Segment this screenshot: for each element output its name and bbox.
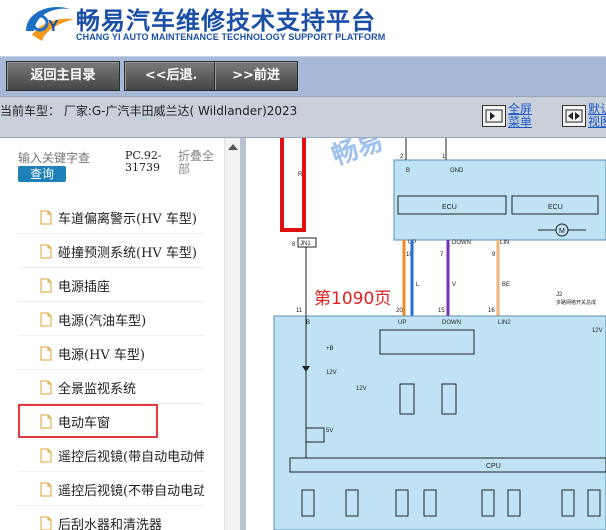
ecu-label-2: ECU [548,204,563,211]
platform-subtitle: CHANG YI AUTO MAINTENANCE TECHNOLOGY SUP… [76,32,386,42]
collapse-all-link[interactable]: 折叠全部 [178,150,222,176]
pc-code: PC.92-31739 [125,149,162,174]
document-icon [40,414,52,429]
lin-label-top: LIN [500,240,509,246]
gnd-terminal-label: GND [450,168,464,174]
sidebar-item[interactable]: 碰撞预测系统(HV 车型) [18,234,204,268]
b-terminal-label: B [406,168,410,174]
pin-9-label: 9 [492,252,496,258]
cpu-label: CPU [486,463,501,470]
topic-list: 车道偏离警示(HV 车型) 碰撞预测系统(HV 车型) 电源插座电源(汽油车型) 电源… [18,200,204,530]
scroll-up-icon[interactable] [228,144,238,150]
pin-7-label: 7 [440,252,444,258]
car-info-bar: 当前车型： 厂家:G-广汽丰田威兰达( Wildlander)2023 全屏菜单… [0,96,606,138]
document-icon [40,210,52,225]
sidebar-item-label: 电源插座 [58,280,111,295]
wiring-diagram: ECU ECU B GND M UP DOWN LIN R JN1 2 1 8 … [273,138,606,530]
document-icon [40,448,52,463]
page-number-label: 第1090页 [314,289,392,309]
sidebar-item-label: 遥控后视镜(不带自动电动伸缩) [58,484,204,499]
search-area: 查询 [18,150,102,182]
v5-label: 5V [326,428,333,434]
sidebar-item-label: 全景监视系统 [58,382,137,397]
red-wire [280,138,306,232]
pin-8-label: 8 [292,242,296,248]
motor-label: M [559,228,565,235]
sidebar-item[interactable]: 后刮水器和清洗器 [18,506,204,530]
lin2-label: LIN2 [498,320,511,326]
document-icon [40,244,52,259]
default-view-icon[interactable] [562,105,586,127]
document-icon [40,278,52,293]
wire-l-label: L [416,282,420,288]
sidebar-item[interactable]: 车道偏离警示(HV 车型) [18,200,204,234]
pin-11-label: 11 [296,308,303,314]
sidebar-item[interactable]: 遥控后视镜(带自动电动伸缩) [18,438,204,472]
down-label-top: DOWN [452,240,471,246]
cpu-box [289,457,606,473]
wire-be-label: BE [502,282,510,288]
sidebar-item[interactable]: 电源(汽油车型) [18,302,204,336]
sidebar-item-label: 碰撞预测系统(HV 车型) [58,246,198,261]
j2-label: J2 [556,292,563,298]
sidebar-item-label: 后刮水器和清洗器 [58,518,163,530]
pin-15-label: 15 [438,308,445,314]
plus-b-label: +B [326,346,334,352]
sidebar-item[interactable]: 电动车窗 [18,404,158,438]
sidebar: 查询 PC.92-31739 折叠全部 车道偏离警示(HV 车型) 碰撞预测系统(… [0,138,240,530]
v12-label-1: 12V [326,370,337,376]
back-button[interactable]: <<后退. [124,61,218,91]
forward-button[interactable]: >>前进 [214,61,298,91]
query-button[interactable]: 查询 [18,166,66,182]
v12-label-3: 12V [592,328,603,334]
down-label-main: DOWN [442,320,461,326]
driver-ic-box [379,329,475,355]
sidebar-item-label: 电动车窗 [58,416,111,431]
fullscreen-menu-link[interactable]: 全屏菜单 [508,103,536,129]
document-icon [40,482,52,497]
pin-2-label: 2 [400,154,404,160]
wiring-diagram-viewer[interactable]: ECU ECU B GND M UP DOWN LIN R JN1 2 1 8 … [246,138,606,530]
up-label-main: UP [398,320,406,326]
nav-bar: 返回主目录 <<后退. >>前进 [0,56,606,96]
sidebar-item[interactable]: 全景监视系统 [18,370,204,404]
cy-logo-icon: Y [18,1,78,45]
jn1-label: JN1 [300,241,311,247]
pin-1-label: 1 [442,154,446,160]
j2-note: 多路网络开关总成 [556,299,596,306]
default-view-link[interactable]: 默认视图 [588,103,606,129]
document-icon [40,346,52,361]
keyword-search-input[interactable] [18,150,102,166]
fullscreen-icon[interactable] [482,105,506,127]
sidebar-item-label: 遥控后视镜(带自动电动伸缩) [58,450,204,465]
wire-r-label: R [298,172,303,178]
pin-16-label: 16 [488,308,495,314]
v12-label-2: 12V [356,386,367,392]
ecu-label-1: ECU [442,204,457,211]
document-icon [40,516,52,530]
sidebar-item[interactable]: 电源(HV 车型) [18,336,204,370]
sidebar-item-label: 电源(HV 车型) [58,348,146,363]
app-header: Y 畅易汽车维修技术支持平台 CHANG YI AUTO MAINTENANCE… [0,0,606,56]
document-icon [40,380,52,395]
wire-v-label: V [452,282,456,288]
b-terminal-main-label: B [306,320,310,326]
document-icon [40,312,52,327]
home-button[interactable]: 返回主目录 [6,61,120,91]
svg-text:Y: Y [48,18,59,35]
sidebar-item-label: 电源(汽油车型) [58,314,147,329]
sidebar-item-label: 车道偏离警示(HV 车型) [58,212,198,227]
platform-title: 畅易汽车维修技术支持平台 [76,7,376,35]
sidebar-item[interactable]: 遥控后视镜(不带自动电动伸缩) [18,472,204,506]
sidebar-item[interactable]: 电源插座 [18,268,204,302]
pin-20-label: 20 [396,308,403,314]
current-car-model: 当前车型： 厂家:G-广汽丰田威兰达( Wildlander)2023 [0,104,298,118]
sidebar-scrollbar[interactable] [224,138,240,530]
